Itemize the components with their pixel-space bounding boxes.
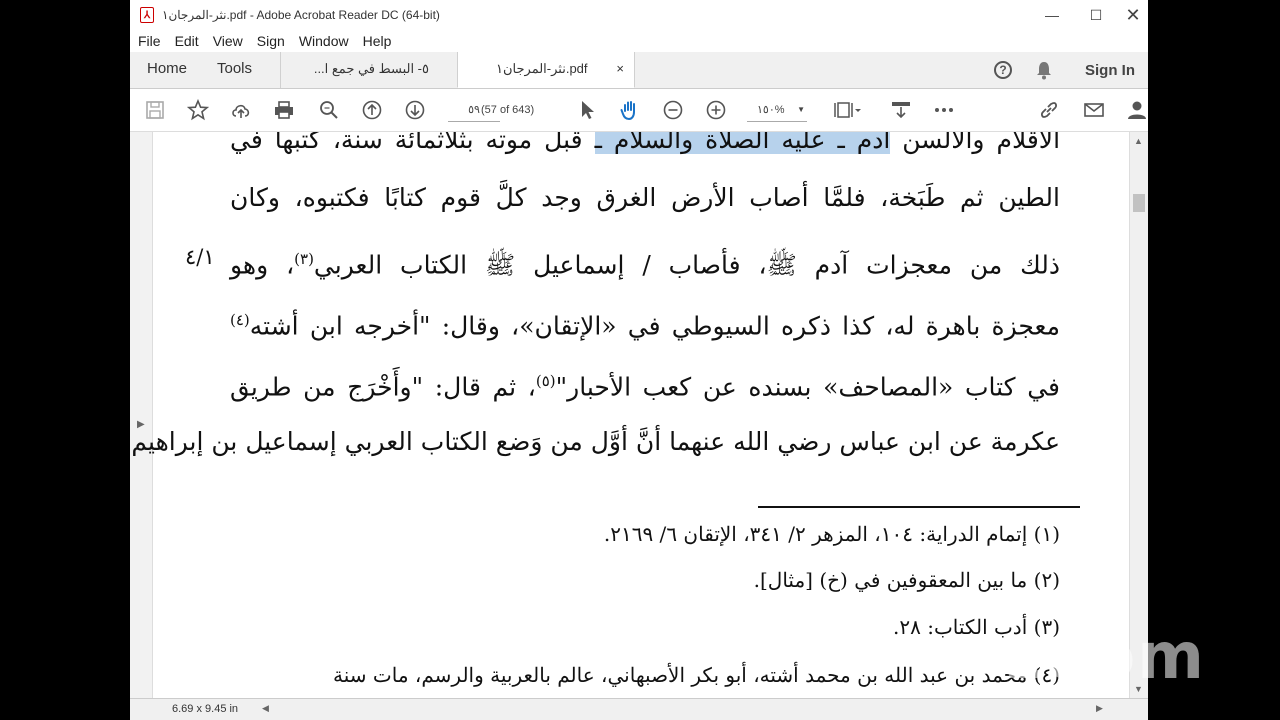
printer-icon xyxy=(275,101,293,119)
save-button[interactable] xyxy=(142,97,168,123)
selected-text[interactable]: آدم ـ عليه الصلاة والسلام ـ xyxy=(594,132,891,154)
line-1-start: الأقلام والألسن xyxy=(890,132,1061,154)
line-1-end: قبل موته بثلاثمائة سنة، كتبها في xyxy=(230,132,595,154)
status-bar: 6.69 x 9.45 in ◀ ▶ xyxy=(130,698,1148,720)
minus-circle-icon xyxy=(663,100,683,120)
help-icon: ? xyxy=(994,61,1012,79)
acrobat-app-icon: ⅄ xyxy=(140,7,154,23)
minimize-button[interactable]: — xyxy=(1030,0,1074,30)
scroll-page-icon xyxy=(892,102,910,119)
margin-note: ٤/١ xyxy=(185,245,215,269)
menu-help[interactable]: Help xyxy=(363,33,392,49)
cloud-upload-icon xyxy=(232,104,250,118)
footnote-ref-3: (٣) xyxy=(294,250,314,268)
scroll-up-icon[interactable]: ▲ xyxy=(1134,136,1143,146)
tab-document-1-label: ٥- البسط في جمع ا... xyxy=(313,61,429,76)
zoom-level-select[interactable]: ١٥٠% ▼ xyxy=(747,99,807,122)
print-button[interactable] xyxy=(271,97,297,123)
menu-edit[interactable]: Edit xyxy=(175,33,199,49)
footnote-1: (١) إتمام الدراية: ١٠٤، المزهر ٢/ ٣٤١، ا… xyxy=(603,522,1060,546)
tab-document-1[interactable]: ٥- البسط في جمع ا... xyxy=(280,52,458,88)
help-button[interactable]: ? xyxy=(994,52,1012,88)
tab-document-2-label: نثر-المرجان١.pdf xyxy=(496,61,588,76)
text-line-6: عكرمة عن ابن عباس رضي الله عنهما أنَّ أو… xyxy=(131,427,1060,456)
pointer-arrow-icon xyxy=(582,101,594,119)
notifications-button[interactable] xyxy=(1035,52,1053,88)
fit-page-icon xyxy=(834,102,861,118)
plus-circle-icon xyxy=(706,100,726,120)
hand-tool-button[interactable] xyxy=(617,97,643,123)
more-dots-icon xyxy=(935,108,953,112)
upload-button[interactable] xyxy=(228,97,254,123)
text-line-4: معجزة باهرة له، كذا ذكره السيوطي في «الإ… xyxy=(230,300,1060,340)
vertical-scrollbar[interactable]: ▲ ▼ xyxy=(1129,132,1148,698)
footnote-ref-4: (٤) xyxy=(230,311,250,329)
page-count: (57 of 643) xyxy=(481,104,535,116)
more-tools-button[interactable] xyxy=(931,97,957,123)
close-tab-icon[interactable]: × xyxy=(616,52,624,86)
scroll-left-icon[interactable]: ◀ xyxy=(262,703,269,714)
line-5-text: في كتاب «المصاحف» بسنده عن كعب الأحبار" xyxy=(555,372,1060,402)
share-link-button[interactable] xyxy=(1036,97,1062,123)
chevron-down-icon: ▼ xyxy=(797,105,805,114)
menu-window[interactable]: Window xyxy=(299,33,349,49)
menu-sign[interactable]: Sign xyxy=(257,33,285,49)
line-3-end: ، وهو xyxy=(230,250,295,280)
left-panel-toggle[interactable]: ▶ xyxy=(130,132,153,698)
acrobat-window: ⅄ نثر-المرجان١.pdf - Adobe Acrobat Reade… xyxy=(130,0,1148,720)
scroll-mode-button[interactable] xyxy=(888,97,914,123)
scroll-right-icon[interactable]: ▶ xyxy=(1096,703,1103,714)
zoom-out-button[interactable] xyxy=(660,97,686,123)
menu-bar: File Edit View Sign Window Help xyxy=(130,30,1148,52)
page-fit-button[interactable] xyxy=(831,97,863,123)
next-page-button[interactable] xyxy=(402,97,428,123)
title-bar: ⅄ نثر-المرجان١.pdf - Adobe Acrobat Reade… xyxy=(130,0,1148,30)
hand-icon xyxy=(620,101,635,121)
footnote-ref-5: (٥) xyxy=(535,372,556,390)
line-3-text: ذلك من معجزات آدم ﷺ، فأصاب / إسماعيل ﷺ ا… xyxy=(313,250,1061,280)
zoom-watermark: zoom xyxy=(1006,620,1206,694)
tab-bar: Home Tools ٥- البسط في جمع ا... نثر-المر… xyxy=(130,52,1148,89)
footnote-separator xyxy=(758,506,1080,508)
save-icon xyxy=(146,101,164,119)
bell-icon xyxy=(1037,62,1051,80)
text-line-2: الطين ثم طَبَخة، فلمَّا أصاب الأرض الغرق… xyxy=(230,183,1060,212)
user-icon xyxy=(1128,101,1146,119)
menu-view[interactable]: View xyxy=(213,33,243,49)
footnote-2: (٢) ما بين المعقوفين في (خ) [مثال]. xyxy=(753,568,1060,592)
line-5-end: ، ثم قال: "وأَخْرَج من طريق xyxy=(230,372,536,402)
envelope-icon xyxy=(1084,103,1104,117)
star-icon xyxy=(187,99,209,121)
text-line-3: ذلك من معجزات آدم ﷺ، فأصاب / إسماعيل ﷺ ا… xyxy=(230,239,1060,279)
line-4-text: معجزة باهرة له، كذا ذكره السيوطي في «الإ… xyxy=(249,311,1060,341)
email-button[interactable] xyxy=(1081,97,1107,123)
window-title: نثر-المرجان١.pdf - Adobe Acrobat Reader … xyxy=(162,8,440,22)
find-button[interactable] xyxy=(316,97,342,123)
close-window-button[interactable]: ✕ xyxy=(1118,0,1148,30)
previous-page-button[interactable] xyxy=(359,97,385,123)
document-view[interactable]: ▶ الأقلام والألسن آدم ـ عليه الصلاة والس… xyxy=(130,132,1130,698)
toolbar: ٥٩ (57 of 643) ١٥٠% ▼ xyxy=(130,89,1148,132)
select-tool-button[interactable] xyxy=(574,97,600,123)
arrow-up-circle-icon xyxy=(362,100,382,120)
zoom-in-button[interactable] xyxy=(703,97,729,123)
zoom-level-value: ١٥٠% xyxy=(757,104,785,116)
maximize-button[interactable]: ☐ xyxy=(1074,0,1118,30)
sign-in-button[interactable]: Sign In xyxy=(1085,52,1135,88)
tab-document-2[interactable]: نثر-المرجان١.pdf × xyxy=(457,52,635,88)
tab-home[interactable]: Home xyxy=(147,52,187,88)
text-line-1: الأقلام والألسن آدم ـ عليه الصلاة والسلا… xyxy=(230,132,1060,160)
menu-file[interactable]: File xyxy=(138,33,161,49)
account-button[interactable] xyxy=(1124,97,1148,123)
page-size: 6.69 x 9.45 in xyxy=(172,703,239,715)
arrow-down-circle-icon xyxy=(405,100,425,120)
scrollbar-thumb[interactable] xyxy=(1133,194,1145,212)
magnifier-icon xyxy=(320,101,338,119)
tab-tools[interactable]: Tools xyxy=(217,52,252,88)
text-line-5: في كتاب «المصاحف» بسنده عن كعب الأحبار"(… xyxy=(230,361,1060,401)
footnote-4: (٤) محمد بن عبد الله بن محمد أشته، أبو ب… xyxy=(333,663,1060,687)
link-icon xyxy=(1041,102,1057,118)
bookmark-button[interactable] xyxy=(185,97,211,123)
